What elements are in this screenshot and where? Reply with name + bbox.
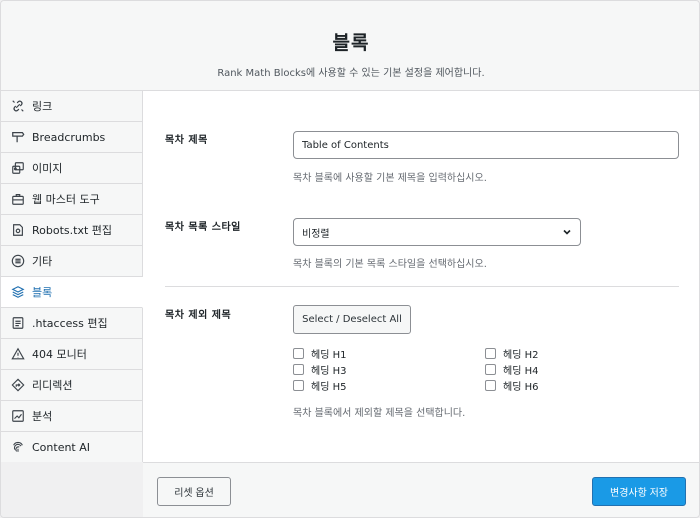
heading-h3-checkbox[interactable]: 헤딩 H3 [293, 362, 346, 377]
section-divider [165, 286, 679, 287]
checkbox-label: 헤딩 H2 [503, 350, 539, 361]
toc-list-style-description: 목차 블록의 기본 목록 스타일을 선택하십시오. [293, 259, 487, 270]
sidebar-item-404-monitor[interactable]: 404 모니터 [1, 339, 142, 370]
sidebar-item-label: 링크 [32, 100, 53, 113]
sidebar-item-breadcrumbs[interactable]: Breadcrumbs [1, 122, 142, 153]
settings-window: 블록 Rank Math Blocks에 사용할 수 있는 기본 설정을 제어합… [0, 0, 700, 518]
heading-h5-checkbox[interactable]: 헤딩 H5 [293, 378, 346, 393]
toc-list-style-select[interactable]: 비정렬 [293, 218, 581, 246]
toc-list-style-label: 목차 목록 스타일 [165, 222, 241, 233]
sidebar-item-label: 분석 [32, 410, 53, 423]
toolbox-icon [11, 192, 25, 206]
sidebar-item-htaccess[interactable]: .htaccess 편집 [1, 308, 142, 339]
sidebar-item-robots-txt[interactable]: Robots.txt 편집 [1, 215, 142, 246]
sidebar-item-label: Breadcrumbs [32, 130, 106, 144]
sidebar-item-webmaster-tools[interactable]: 웹 마스터 도구 [1, 184, 142, 215]
reset-options-button[interactable]: 리셋 옵션 [157, 477, 231, 506]
toc-exclude-label: 목차 제외 제목 [165, 310, 232, 321]
checkbox-box[interactable] [293, 380, 304, 391]
sidebar-item-redirections[interactable]: 리디렉션 [1, 370, 142, 401]
htaccess-file-icon [11, 316, 25, 330]
sidebar-item-content-ai[interactable]: Content AI [1, 432, 142, 463]
heading-h6-checkbox[interactable]: 헤딩 H6 [485, 378, 538, 393]
checkbox-box[interactable] [293, 348, 304, 359]
sidebar-footer-spacer [1, 462, 143, 517]
toc-title-label: 목차 제목 [165, 135, 208, 146]
sidebar-item-label: 이미지 [32, 162, 63, 175]
sidebar-item-images[interactable]: 이미지 [1, 153, 142, 184]
robot-file-icon [11, 223, 25, 237]
fingerprint-icon [11, 440, 25, 454]
blocks-icon [11, 285, 25, 299]
sidebar-item-label: 블록 [32, 286, 53, 299]
checkbox-label: 헤딩 H3 [311, 366, 347, 377]
page-subtitle: Rank Math Blocks에 사용할 수 있는 기본 설정을 제어합니다. [217, 68, 485, 79]
settings-panel: 목차 제목 목차 블록에 사용할 기본 제목을 입력하십시오. 목차 목록 스타… [143, 91, 699, 462]
page-title: 블록 [332, 32, 370, 54]
checkbox-label: 헤딩 H1 [311, 350, 347, 361]
checkbox-box[interactable] [485, 348, 496, 359]
analytics-icon [11, 409, 25, 423]
select-deselect-all-button[interactable]: Select / Deselect All [293, 305, 411, 334]
sidebar-item-label: 404 모니터 [32, 348, 87, 361]
signpost-icon [11, 130, 25, 144]
warning-icon [11, 347, 25, 361]
heading-h4-checkbox[interactable]: 헤딩 H4 [485, 362, 538, 377]
toc-title-description: 목차 블록에 사용할 기본 제목을 입력하십시오. [293, 173, 487, 184]
checkbox-label: 헤딩 H4 [503, 366, 539, 377]
checkbox-box[interactable] [293, 364, 304, 375]
toc-list-style-value: 비정렬 [302, 228, 330, 240]
toc-title-input[interactable] [293, 131, 679, 159]
chevron-down-icon [563, 229, 571, 235]
checkbox-label: 헤딩 H5 [311, 382, 347, 393]
checkbox-label: 헤딩 H6 [503, 382, 539, 393]
heading-h2-checkbox[interactable]: 헤딩 H2 [485, 346, 538, 361]
image-icon [11, 161, 25, 175]
sidebar-item-blocks[interactable]: 블록 [1, 277, 143, 308]
settings-sidebar: 링크 Breadcrumbs 이미지 웹 마스터 도구 Robots.txt 편… [1, 91, 143, 463]
toc-exclude-description: 목차 블록에서 제외할 제목을 선택합니다. [293, 408, 466, 419]
settings-footer: 리셋 옵션 변경사항 저장 [143, 462, 699, 517]
sidebar-item-others[interactable]: 기타 [1, 246, 142, 277]
list-circle-icon [11, 254, 25, 268]
page-header: 블록 Rank Math Blocks에 사용할 수 있는 기본 설정을 제어합… [1, 1, 699, 91]
checkbox-box[interactable] [485, 380, 496, 391]
sidebar-item-label: 웹 마스터 도구 [32, 193, 100, 206]
sidebar-item-label: 기타 [32, 255, 53, 268]
save-changes-button[interactable]: 변경사항 저장 [592, 477, 686, 506]
sidebar-item-label: .htaccess 편집 [32, 317, 108, 330]
checkbox-box[interactable] [485, 364, 496, 375]
sidebar-item-link[interactable]: 링크 [1, 91, 142, 122]
link-icon [11, 99, 25, 113]
heading-h1-checkbox[interactable]: 헤딩 H1 [293, 346, 346, 361]
redirect-icon [11, 378, 25, 392]
sidebar-item-label: Robots.txt 편집 [32, 224, 113, 237]
sidebar-item-label: 리디렉션 [32, 379, 73, 392]
sidebar-item-analytics[interactable]: 분석 [1, 401, 142, 432]
sidebar-item-label: Content AI [32, 440, 91, 454]
